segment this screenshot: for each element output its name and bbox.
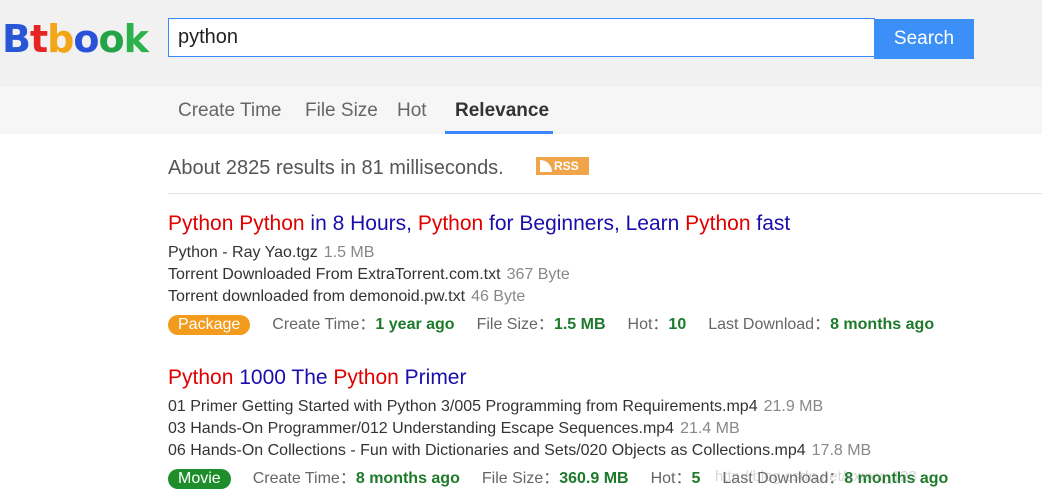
title-highlight: Python <box>168 366 234 389</box>
logo-letter: o <box>98 17 124 61</box>
file-row: 01 Primer Getting Started with Python 3/… <box>168 396 970 418</box>
file-size: 17.8 MB <box>811 442 872 459</box>
file-name: Torrent Downloaded From ExtraTorrent.com… <box>168 266 501 283</box>
create-time-value: 1 year ago <box>375 316 455 333</box>
file-row: Torrent Downloaded From ExtraTorrent.com… <box>168 264 956 286</box>
file-size-label: File Size： <box>481 470 560 487</box>
logo-letter: t <box>29 17 48 61</box>
file-name: Python - Ray Yao.tgz <box>168 244 318 261</box>
file-size: 21.4 MB <box>680 420 740 437</box>
file-row: 03 Hands-On Programmer/012 Understanding… <box>168 418 970 440</box>
file-size: 1.5 MB <box>323 244 375 261</box>
title-highlight: Python <box>333 366 399 389</box>
category-badge[interactable]: Movie <box>168 469 231 489</box>
file-size: 367 Byte <box>506 266 570 283</box>
file-name: 03 Hands-On Programmer/012 Understanding… <box>168 420 675 437</box>
tab-create-time[interactable]: Create Time <box>178 87 281 134</box>
create-time-label: Create Time： <box>272 316 376 333</box>
file-size-label: File Size： <box>476 316 554 333</box>
title-highlight: Python Python <box>168 212 305 235</box>
results-summary: About 2825 results in 81 milliseconds. <box>168 157 504 179</box>
title-text: Primer <box>398 366 467 389</box>
title-text: fast <box>750 212 791 235</box>
divider <box>168 193 1042 194</box>
hot-value: 5 <box>691 470 701 487</box>
hot-label: Hot： <box>627 316 669 333</box>
file-size: 21.9 MB <box>763 398 824 415</box>
result-title-link[interactable]: Python Python in 8 Hours, Python for Beg… <box>168 210 956 238</box>
rss-label: RSS <box>554 159 579 173</box>
search-button[interactable]: Search <box>874 19 974 59</box>
create-time-label: Create Time： <box>252 470 356 487</box>
file-row: Torrent downloaded from demonoid.pw.txt 4… <box>168 286 956 308</box>
hot-value: 10 <box>668 316 687 333</box>
title-highlight: Python <box>417 212 484 235</box>
last-download-value: 8 months ago <box>830 316 935 333</box>
last-download-label: Last Download： <box>708 316 831 333</box>
file-name: Torrent downloaded from demonoid.pw.txt <box>168 288 466 305</box>
logo-letter: B <box>2 17 31 61</box>
tab-file-size[interactable]: File Size <box>305 87 378 134</box>
logo-letter: o <box>73 17 99 61</box>
file-size-value: 1.5 MB <box>553 316 606 333</box>
file-name: 06 Hands-On Collections - Fun with Dicti… <box>168 442 806 459</box>
rss-button[interactable]: RSS <box>536 157 589 175</box>
hot-label: Hot： <box>650 470 692 487</box>
file-row: Python - Ray Yao.tgz 1.5 MB <box>168 242 956 264</box>
logo-letter: b <box>47 17 74 61</box>
file-row: 06 Hands-On Collections - Fun with Dicti… <box>168 440 970 462</box>
active-tab-indicator <box>445 131 553 134</box>
sort-tab-bar: Create Time File Size Hot Relevance <box>0 87 1042 134</box>
result-meta: Package Create Time：1 year ago File Size：1… <box>168 313 956 337</box>
title-highlight: Python <box>685 212 751 235</box>
file-size-value: 360.9 MB <box>559 470 629 487</box>
tab-hot[interactable]: Hot <box>397 87 427 134</box>
file-name: 01 Primer Getting Started with Python 3/… <box>168 398 758 415</box>
create-time-value: 8 months ago <box>355 470 460 487</box>
site-logo[interactable]: Btbook <box>2 16 149 62</box>
category-badge[interactable]: Package <box>168 315 251 335</box>
title-text: 1000 The <box>233 366 334 389</box>
result-title-link[interactable]: Python 1000 The Python Primer <box>168 364 970 392</box>
title-text: for Beginners, Learn <box>483 212 686 235</box>
tab-relevance[interactable]: Relevance <box>455 87 549 134</box>
file-size: 46 Byte <box>471 288 526 305</box>
header-bar: Btbook Search <box>0 0 1042 87</box>
rss-icon <box>540 160 552 172</box>
title-text: in 8 Hours, <box>304 212 418 235</box>
watermark: http://blog.csdn.net/xxxxx_123 <box>715 468 917 485</box>
search-input[interactable] <box>168 18 875 57</box>
logo-letter: k <box>123 17 149 61</box>
result-item: Python Python in 8 Hours, Python for Beg… <box>168 210 956 337</box>
